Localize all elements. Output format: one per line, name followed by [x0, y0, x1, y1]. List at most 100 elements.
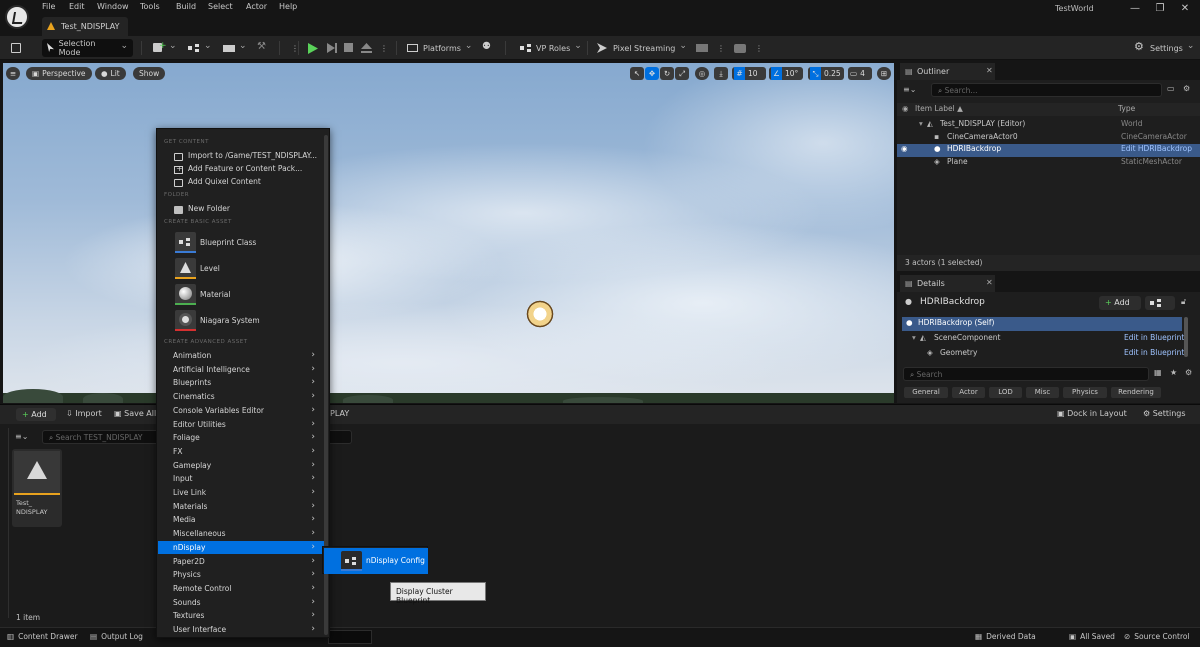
- folder-add-icon[interactable]: ▭: [1167, 84, 1175, 93]
- category-general[interactable]: General: [904, 387, 948, 398]
- vp-tools-button[interactable]: ⚉: [477, 39, 499, 57]
- menu-item-blueprint-class[interactable]: Blueprint Class: [158, 230, 324, 255]
- menu-item-artificial-intelligence[interactable]: Artificial Intelligence ›: [158, 363, 324, 377]
- menu-item-editor-utilities[interactable]: Editor Utilities ›: [158, 418, 324, 432]
- perspective-button[interactable]: ▣ Perspective: [26, 67, 92, 80]
- menu-window[interactable]: Window: [97, 2, 129, 14]
- viewport-menu-icon[interactable]: ≡: [6, 67, 20, 80]
- more-options-icon[interactable]: ⋮: [750, 39, 768, 57]
- filter-icon[interactable]: ≡⌄: [15, 432, 28, 441]
- menu-item-physics[interactable]: Physics ›: [158, 568, 324, 582]
- menu-item-ndisplay-config[interactable]: nDisplay Config: [324, 548, 428, 574]
- dock-in-layout-button[interactable]: ▣ Dock in Layout: [1057, 409, 1127, 418]
- edit-in-blueprint-link[interactable]: Edit in Blueprint: [1124, 333, 1184, 342]
- platforms-button[interactable]: Platforms: [402, 39, 477, 57]
- menu-item-materials[interactable]: Materials ›: [158, 500, 324, 514]
- selection-mode-dropdown[interactable]: Selection Mode: [42, 39, 133, 57]
- category-rendering[interactable]: Rendering: [1111, 387, 1161, 398]
- surface-snap-icon[interactable]: ⤓: [714, 67, 728, 80]
- component-row[interactable]: ◈ Geometry Edit in Blueprint: [902, 348, 1184, 361]
- menu-tools[interactable]: Tools: [140, 2, 160, 14]
- rotate-icon[interactable]: ↻: [660, 67, 674, 80]
- grid-snap-button[interactable]: # 10: [732, 67, 766, 80]
- category-actor[interactable]: Actor: [952, 387, 985, 398]
- category-misc[interactable]: Misc: [1026, 387, 1059, 398]
- menu-item-gameplay[interactable]: Gameplay ›: [158, 459, 324, 473]
- details-settings-icon[interactable]: ⚙: [1185, 368, 1192, 377]
- menu-actor[interactable]: Actor: [246, 2, 267, 14]
- vp-roles-dropdown[interactable]: VP Roles: [515, 39, 587, 57]
- outliner-row[interactable]: ▾ ◭ Test_NDISPLAY (Editor) World: [897, 119, 1200, 132]
- menu-item-blueprints[interactable]: Blueprints ›: [158, 376, 324, 390]
- close-button[interactable]: ✕: [1176, 3, 1194, 17]
- scale-snap-button[interactable]: ⤡ 0.25: [808, 67, 844, 80]
- details-search-input[interactable]: ⌕ Search: [903, 367, 1149, 381]
- outliner-row-selected[interactable]: ◉ ● HDRIBackdrop Edit HDRIBackdrop: [897, 144, 1200, 157]
- category-lod[interactable]: LOD: [989, 387, 1022, 398]
- asset-tile[interactable]: Test_ NDISPLAY: [12, 449, 62, 527]
- scrollbar[interactable]: [1184, 317, 1188, 357]
- scale-icon[interactable]: ⤢: [675, 67, 689, 80]
- lit-button[interactable]: ● Lit: [95, 67, 126, 80]
- add-actor-button[interactable]: +: [148, 39, 182, 57]
- outliner-row[interactable]: ◈ Plane StaticMeshActor: [897, 157, 1200, 170]
- path-breadcrumb[interactable]: PLAY: [330, 409, 349, 418]
- add-component-button[interactable]: + Add: [1099, 296, 1141, 310]
- outliner-tab[interactable]: ▤ Outliner ✕: [900, 63, 995, 80]
- outliner-settings-icon[interactable]: ⚙: [1183, 84, 1190, 93]
- drawer-settings-button[interactable]: ⚙ Settings: [1143, 409, 1186, 418]
- menu-item-miscellaneous[interactable]: Miscellaneous ›: [158, 527, 324, 541]
- cinematics-button[interactable]: [218, 39, 252, 57]
- save-icon[interactable]: [6, 39, 26, 57]
- col-item-label[interactable]: Item Label ▲: [915, 104, 963, 113]
- grid-view-icon[interactable]: ▦: [1154, 368, 1162, 377]
- play-options-icon[interactable]: ⋮: [375, 39, 393, 57]
- component-row-self[interactable]: ● HDRIBackdrop (Self): [902, 317, 1182, 331]
- settings-dropdown[interactable]: ⚙ Settings: [1129, 39, 1199, 57]
- level-tab[interactable]: Test_NDISPLAY: [42, 17, 128, 36]
- component-row[interactable]: ▾ ◭ SceneComponent Edit in Blueprint: [902, 333, 1184, 346]
- translate-icon[interactable]: ✥: [645, 67, 659, 80]
- star-icon[interactable]: ★: [1170, 368, 1177, 377]
- menu-item-textures[interactable]: Textures ›: [158, 609, 324, 623]
- menu-help[interactable]: Help: [279, 2, 297, 14]
- select-mode-icon[interactable]: ↖: [630, 67, 644, 80]
- menu-item-import[interactable]: Import to /Game/TEST_NDISPLAY...: [158, 149, 324, 163]
- visibility-icon[interactable]: ◉: [901, 144, 908, 153]
- pixel-streaming-tools-button[interactable]: [729, 39, 751, 57]
- menu-item-sounds[interactable]: Sounds ›: [158, 596, 324, 610]
- blueprints-button[interactable]: [183, 39, 217, 57]
- level-viewport[interactable]: ≡ ▣ Perspective ● Lit Show ↖ ✥ ↻ ⤢ ◎ ⤓ #…: [3, 63, 894, 403]
- menu-item-material[interactable]: Material: [158, 282, 324, 307]
- render-button[interactable]: [691, 39, 713, 57]
- close-icon[interactable]: ✕: [986, 278, 993, 287]
- menu-item-quixel[interactable]: Add Quixel Content: [158, 175, 324, 189]
- menu-item-new-folder[interactable]: New Folder: [158, 202, 324, 216]
- menu-select[interactable]: Select: [208, 2, 233, 14]
- modeling-button[interactable]: ⚒: [252, 39, 274, 57]
- close-icon[interactable]: ✕: [986, 66, 993, 75]
- world-space-icon[interactable]: ◎: [695, 67, 709, 80]
- filter-icon[interactable]: ≡⌄: [903, 85, 916, 94]
- menu-item-user-interface[interactable]: User Interface ›: [158, 623, 324, 637]
- menu-item-media[interactable]: Media ›: [158, 513, 324, 527]
- add-button[interactable]: + Add: [16, 408, 56, 421]
- import-button[interactable]: ⇩ Import: [66, 409, 102, 418]
- all-saved-button[interactable]: ▣ All Saved: [1069, 632, 1115, 641]
- layout-icon[interactable]: ⊞: [877, 67, 891, 80]
- console-input[interactable]: [328, 630, 372, 644]
- menu-item-remote-control[interactable]: Remote Control ›: [158, 582, 324, 596]
- minimize-button[interactable]: —: [1126, 3, 1144, 17]
- menu-file[interactable]: File: [42, 2, 55, 14]
- category-physics[interactable]: Physics: [1063, 387, 1107, 398]
- menu-item-add-feature[interactable]: Add Feature or Content Pack...: [158, 162, 324, 176]
- outliner-search-input[interactable]: ⌕ Search...: [931, 83, 1162, 97]
- content-drawer-button[interactable]: ▥ Content Drawer: [7, 632, 78, 641]
- maximize-button[interactable]: ❐: [1151, 3, 1169, 17]
- menu-item-niagara-system[interactable]: Niagara System: [158, 308, 324, 333]
- menu-edit[interactable]: Edit: [69, 2, 85, 14]
- menu-item-ndisplay[interactable]: nDisplay ›: [158, 540, 324, 555]
- camera-speed-button[interactable]: ▭ 4: [848, 67, 872, 80]
- unreal-logo-icon[interactable]: [5, 5, 29, 29]
- menu-item-foliage[interactable]: Foliage ›: [158, 431, 324, 445]
